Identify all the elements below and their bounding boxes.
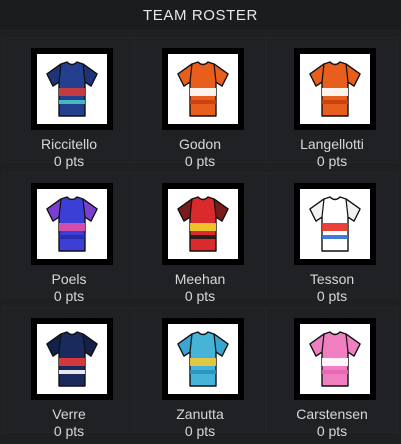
rider-points: 0 pts xyxy=(316,423,348,439)
jersey-frame xyxy=(294,48,376,130)
rider-name: Poels xyxy=(51,271,87,287)
rider-name: Meehan xyxy=(174,271,226,287)
unibet-jersey-icon xyxy=(37,189,107,259)
rider-card[interactable]: Verre 0 pts xyxy=(3,307,135,439)
roster-header: TEAM ROSTER xyxy=(0,0,401,31)
rider-card[interactable]: Langellotti 0 pts xyxy=(266,37,398,169)
rider-points: 0 pts xyxy=(53,423,85,439)
astana-jersey-icon xyxy=(168,324,238,394)
jersey-frame xyxy=(162,48,244,130)
ineos-jersey-icon xyxy=(300,54,370,124)
totalenergies-jersey-icon xyxy=(300,189,370,259)
rider-name: Carstensen xyxy=(296,406,368,422)
roster-title: TEAM ROSTER xyxy=(143,6,258,24)
rider-points: 0 pts xyxy=(184,153,216,169)
jersey-frame xyxy=(162,318,244,400)
rider-name: Zanutta xyxy=(176,406,224,422)
jersey-frame xyxy=(31,48,113,130)
rider-name: Langellotti xyxy=(300,136,364,152)
rider-points: 0 pts xyxy=(316,153,348,169)
rider-points: 0 pts xyxy=(53,288,85,304)
rider-points: 0 pts xyxy=(316,288,348,304)
roster-grid: Riccitello 0 pts Godon 0 pts Langellotti… xyxy=(0,31,401,444)
rider-name: Verre xyxy=(52,406,86,422)
rider-card[interactable]: Carstensen 0 pts xyxy=(266,307,398,439)
rider-points: 0 pts xyxy=(184,423,216,439)
jersey-frame xyxy=(294,183,376,265)
rider-name: Godon xyxy=(178,136,222,152)
team-roster-panel: TEAM ROSTER Riccitello 0 pts Godon 0 pts xyxy=(0,0,401,444)
cofidis-jersey-icon xyxy=(168,189,238,259)
jersey-frame xyxy=(294,318,376,400)
rider-card[interactable]: Zanutta 0 pts xyxy=(134,307,266,439)
arkea-jersey-icon xyxy=(37,324,107,394)
jersey-frame xyxy=(31,318,113,400)
rider-card[interactable]: Riccitello 0 pts xyxy=(3,37,135,169)
rider-points: 0 pts xyxy=(184,288,216,304)
ineos-jersey-icon xyxy=(168,54,238,124)
ef-jersey-icon xyxy=(300,324,370,394)
rider-name: Tesson xyxy=(309,271,355,287)
rider-card[interactable]: Meehan 0 pts xyxy=(134,172,266,304)
jersey-frame xyxy=(31,183,113,265)
rider-card[interactable]: Poels 0 pts xyxy=(3,172,135,304)
rider-card[interactable]: Godon 0 pts xyxy=(134,37,266,169)
rider-points: 0 pts xyxy=(53,153,85,169)
jersey-frame xyxy=(162,183,244,265)
rider-name: Riccitello xyxy=(40,136,97,152)
rider-card[interactable]: Tesson 0 pts xyxy=(266,172,398,304)
decathlon-jersey-icon xyxy=(37,54,107,124)
